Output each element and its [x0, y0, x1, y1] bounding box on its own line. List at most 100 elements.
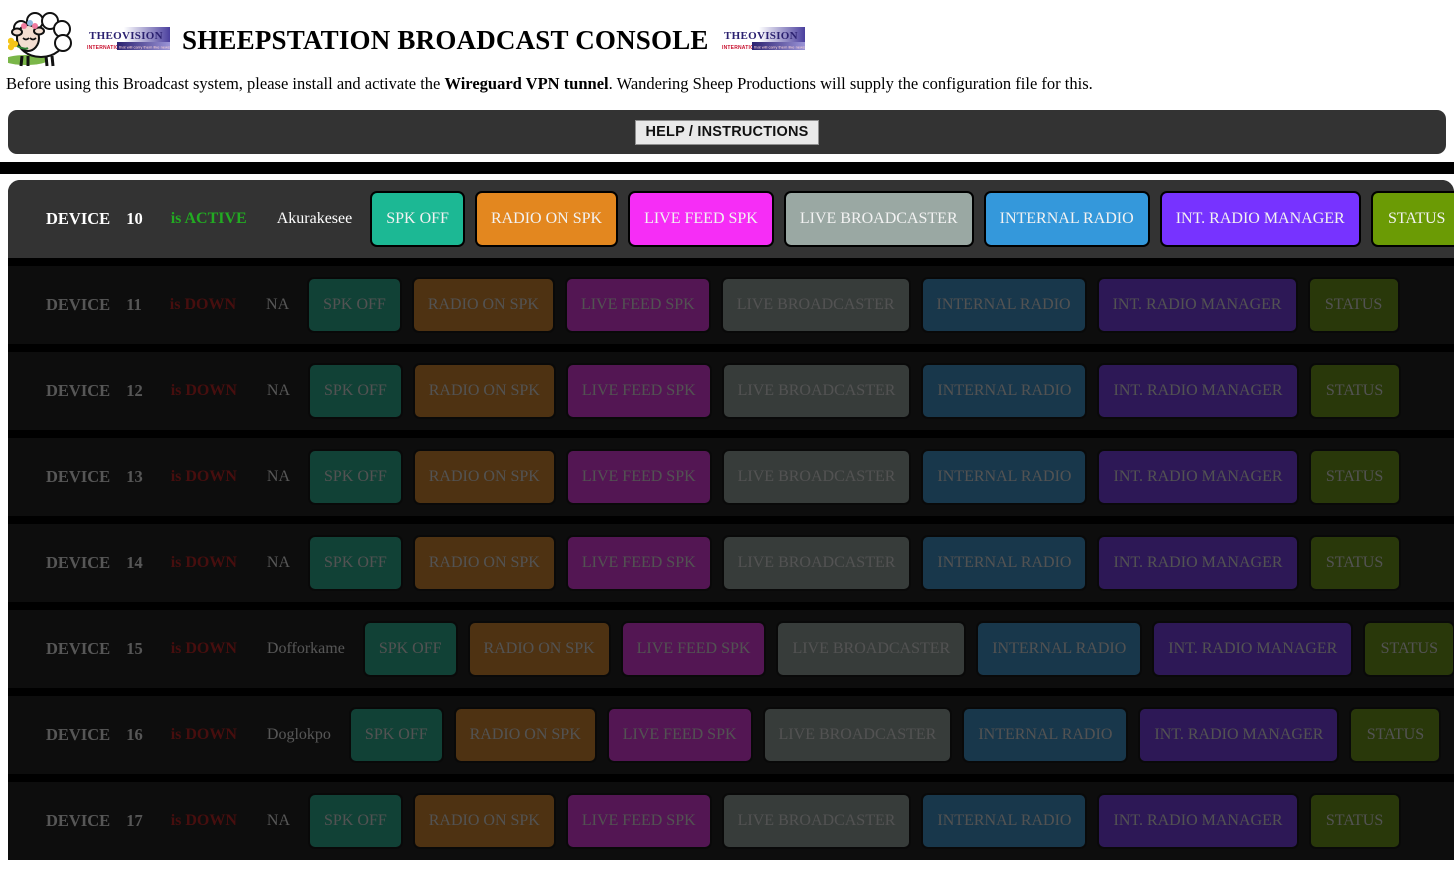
device-name: NA: [266, 468, 291, 485]
internal-radio-button[interactable]: INTERNAL RADIO: [921, 363, 1088, 419]
live-feed-spk-button[interactable]: LIVE FEED SPK: [565, 363, 712, 419]
device-name: Dofforkame: [266, 640, 345, 657]
svg-text:THEOVISION: THEOVISION: [89, 30, 163, 42]
status-button[interactable]: STATUS: [1308, 535, 1401, 591]
spk-off-button[interactable]: SPK OFF: [308, 363, 403, 419]
live-feed-spk-button[interactable]: LIVE FEED SPK: [565, 793, 712, 849]
int-radio-manager-button[interactable]: INT. RADIO MANAGER: [1152, 621, 1354, 677]
internal-radio-button[interactable]: INTERNAL RADIO: [976, 621, 1143, 677]
device-number: 14: [126, 553, 143, 572]
status-button[interactable]: STATUS: [1349, 707, 1442, 763]
live-feed-spk-button[interactable]: LIVE FEED SPK: [620, 621, 767, 677]
radio-on-spk-button[interactable]: RADIO ON SPK: [412, 363, 556, 419]
device-label: DEVICE: [46, 639, 111, 658]
live-feed-spk-button[interactable]: LIVE FEED SPK: [565, 535, 712, 591]
device-name: Doglokpo: [266, 726, 331, 743]
status-button[interactable]: STATUS: [1307, 277, 1400, 333]
radio-on-spk-button[interactable]: RADIO ON SPK: [412, 535, 556, 591]
live-broadcaster-button[interactable]: LIVE BROADCASTER: [783, 191, 974, 247]
live-feed-spk-button[interactable]: LIVE FEED SPK: [606, 707, 753, 763]
device-name: NA: [266, 554, 291, 571]
live-broadcaster-button[interactable]: LIVE BROADCASTER: [721, 449, 912, 505]
device-number: 12: [126, 381, 143, 400]
status-button[interactable]: STATUS: [1370, 191, 1454, 247]
device-row: DEVICE 10 is ACTIVE Akurakesee SPK OFF RADIO …: [8, 180, 1454, 258]
device-status-text: is DOWN: [169, 296, 237, 313]
live-broadcaster-button[interactable]: LIVE BROADCASTER: [762, 707, 953, 763]
device-label: DEVICE: [46, 467, 111, 486]
device-label: DEVICE: [46, 811, 111, 830]
int-radio-manager-button[interactable]: INT. RADIO MANAGER: [1159, 191, 1361, 247]
sheep-logo-icon: [4, 10, 86, 70]
live-broadcaster-button[interactable]: LIVE BROADCASTER: [776, 621, 967, 677]
page-title: SHEEPSTATION BROADCAST CONSOLE: [182, 24, 709, 55]
svg-text:that will carry them like news: that will carry them like news: [119, 45, 170, 50]
intro-text-emphasis: Wireguard VPN tunnel: [444, 74, 609, 93]
internal-radio-button[interactable]: INTERNAL RADIO: [921, 535, 1088, 591]
spk-off-button[interactable]: SPK OFF: [362, 621, 458, 677]
device-label: DEVICE: [46, 553, 111, 572]
spk-off-button[interactable]: SPK OFF: [308, 535, 403, 591]
device-number: 11: [126, 295, 142, 314]
help-instructions-button[interactable]: HELP / INSTRUCTIONS: [635, 119, 819, 145]
device-row: DEVICE 17 is DOWN NA SPK OFF RADIO ON SPK LIVE…: [8, 782, 1454, 860]
radio-on-spk-button[interactable]: RADIO ON SPK: [467, 621, 611, 677]
internal-radio-button[interactable]: INTERNAL RADIO: [983, 191, 1150, 247]
live-feed-spk-button[interactable]: LIVE FEED SPK: [565, 449, 712, 505]
theovision-logo-left: THEOVISION INTERNATIONAL that will carry…: [86, 27, 170, 53]
page-header: THEOVISION INTERNATIONAL that will carry…: [0, 0, 1454, 78]
device-number: 16: [126, 725, 143, 744]
radio-on-spk-button[interactable]: RADIO ON SPK: [412, 793, 556, 849]
spk-off-button[interactable]: SPK OFF: [308, 793, 403, 849]
device-row: DEVICE 16 is DOWN Doglokpo SPK OFF RADIO ON S…: [8, 696, 1454, 774]
int-radio-manager-button[interactable]: INT. RADIO MANAGER: [1097, 363, 1299, 419]
device-row: DEVICE 11 is DOWN NA SPK OFF RADIO ON SPK LIVE…: [8, 266, 1454, 344]
device-row: DEVICE 12 is DOWN NA SPK OFF RADIO ON SPK LIVE…: [8, 352, 1454, 430]
svg-text:THEOVISION: THEOVISION: [724, 30, 798, 42]
int-radio-manager-button[interactable]: INT. RADIO MANAGER: [1097, 449, 1299, 505]
svg-text:that will carry them like news: that will carry them like news: [754, 45, 805, 50]
live-broadcaster-button[interactable]: LIVE BROADCASTER: [720, 277, 911, 333]
device-row: DEVICE 15 is DOWN Dofforkame SPK OFF RADIO ON…: [8, 610, 1454, 688]
status-button[interactable]: STATUS: [1308, 449, 1401, 505]
spk-off-button[interactable]: SPK OFF: [307, 277, 402, 333]
status-button[interactable]: STATUS: [1363, 621, 1454, 677]
device-name: NA: [266, 296, 290, 313]
radio-on-spk-button[interactable]: RADIO ON SPK: [453, 707, 597, 763]
live-broadcaster-button[interactable]: LIVE BROADCASTER: [721, 535, 912, 591]
radio-on-spk-button[interactable]: RADIO ON SPK: [474, 191, 619, 247]
device-row: DEVICE 13 is DOWN NA SPK OFF RADIO ON SPK LIVE…: [8, 438, 1454, 516]
device-number: 13: [126, 467, 143, 486]
device-number: 17: [126, 811, 143, 830]
device-status-text: is DOWN: [170, 640, 237, 657]
status-button[interactable]: STATUS: [1308, 363, 1401, 419]
device-name: NA: [266, 812, 291, 829]
live-feed-spk-button[interactable]: LIVE FEED SPK: [564, 277, 711, 333]
live-broadcaster-button[interactable]: LIVE BROADCASTER: [721, 363, 912, 419]
internal-radio-button[interactable]: INTERNAL RADIO: [920, 277, 1087, 333]
live-feed-spk-button[interactable]: LIVE FEED SPK: [628, 191, 774, 247]
int-radio-manager-button[interactable]: INT. RADIO MANAGER: [1097, 535, 1299, 591]
spk-off-button[interactable]: SPK OFF: [308, 449, 403, 505]
device-label: DEVICE: [46, 725, 111, 744]
int-radio-manager-button[interactable]: INT. RADIO MANAGER: [1097, 793, 1299, 849]
intro-text-part2: . Wandering Sheep Productions will suppl…: [608, 74, 1093, 93]
internal-radio-button[interactable]: INTERNAL RADIO: [921, 449, 1088, 505]
status-button[interactable]: STATUS: [1308, 793, 1401, 849]
device-number: 15: [126, 639, 143, 658]
live-broadcaster-button[interactable]: LIVE BROADCASTER: [721, 793, 912, 849]
device-status-text: is DOWN: [170, 812, 237, 829]
spk-off-button[interactable]: SPK OFF: [348, 707, 444, 763]
radio-on-spk-button[interactable]: RADIO ON SPK: [412, 449, 556, 505]
intro-text-part1: Before using this Broadcast system, plea…: [6, 74, 445, 93]
int-radio-manager-button[interactable]: INT. RADIO MANAGER: [1138, 707, 1340, 763]
device-label: DEVICE: [46, 381, 111, 400]
device-status-text: is DOWN: [170, 382, 237, 399]
help-bar: HELP / INSTRUCTIONS: [8, 110, 1446, 154]
spk-off-button[interactable]: SPK OFF: [370, 191, 465, 247]
internal-radio-button[interactable]: INTERNAL RADIO: [921, 793, 1088, 849]
int-radio-manager-button[interactable]: INT. RADIO MANAGER: [1096, 277, 1298, 333]
radio-on-spk-button[interactable]: RADIO ON SPK: [411, 277, 555, 333]
internal-radio-button[interactable]: INTERNAL RADIO: [962, 707, 1129, 763]
device-label: DEVICE: [46, 209, 111, 228]
